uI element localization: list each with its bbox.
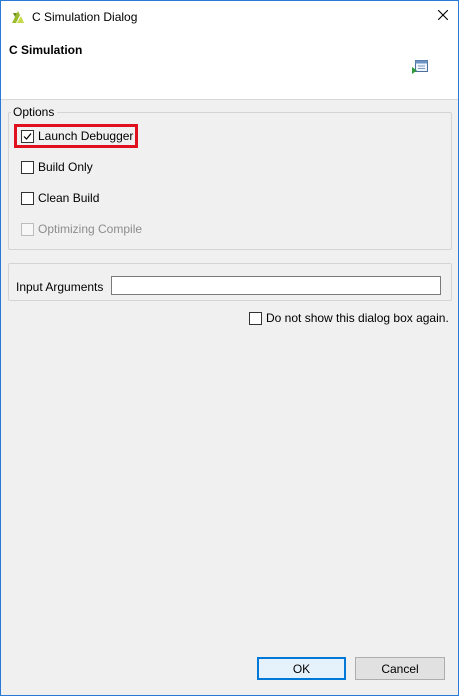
build-only-label: Build Only (38, 160, 93, 174)
dialog-header: C Simulation (1, 33, 458, 99)
options-legend: Options (11, 105, 58, 119)
vivado-hls-icon (10, 9, 26, 25)
checkbox-box (21, 222, 34, 236)
highlight-box (14, 124, 138, 148)
clean-build-checkbox[interactable]: Clean Build (21, 189, 99, 207)
close-icon (437, 9, 449, 23)
input-arguments-field[interactable] (111, 276, 441, 295)
input-arguments-label: Input Arguments (16, 280, 104, 294)
dont-show-again-checkbox[interactable]: Do not show this dialog box again. (249, 309, 449, 327)
clean-build-label: Clean Build (38, 191, 100, 205)
checkbox-box[interactable] (21, 191, 34, 205)
close-button[interactable] (428, 1, 458, 31)
dialog-heading: C Simulation (9, 43, 83, 57)
dont-show-again-label: Do not show this dialog box again. (266, 311, 449, 325)
optimizing-compile-label: Optimizing Compile (38, 222, 143, 236)
header-separator (1, 99, 458, 100)
optimizing-compile-checkbox: Optimizing Compile (21, 220, 142, 238)
checkbox-box[interactable] (249, 311, 262, 325)
build-only-checkbox[interactable]: Build Only (21, 158, 93, 176)
ok-button[interactable]: OK (257, 657, 346, 680)
checkbox-box[interactable] (21, 160, 34, 174)
cancel-button[interactable]: Cancel (355, 657, 445, 680)
dialog-window: C Simulation Dialog C Simulation Options (0, 0, 459, 696)
run-simulation-icon (412, 59, 428, 75)
title-bar: C Simulation Dialog (1, 1, 458, 33)
window-title: C Simulation Dialog (32, 10, 138, 24)
